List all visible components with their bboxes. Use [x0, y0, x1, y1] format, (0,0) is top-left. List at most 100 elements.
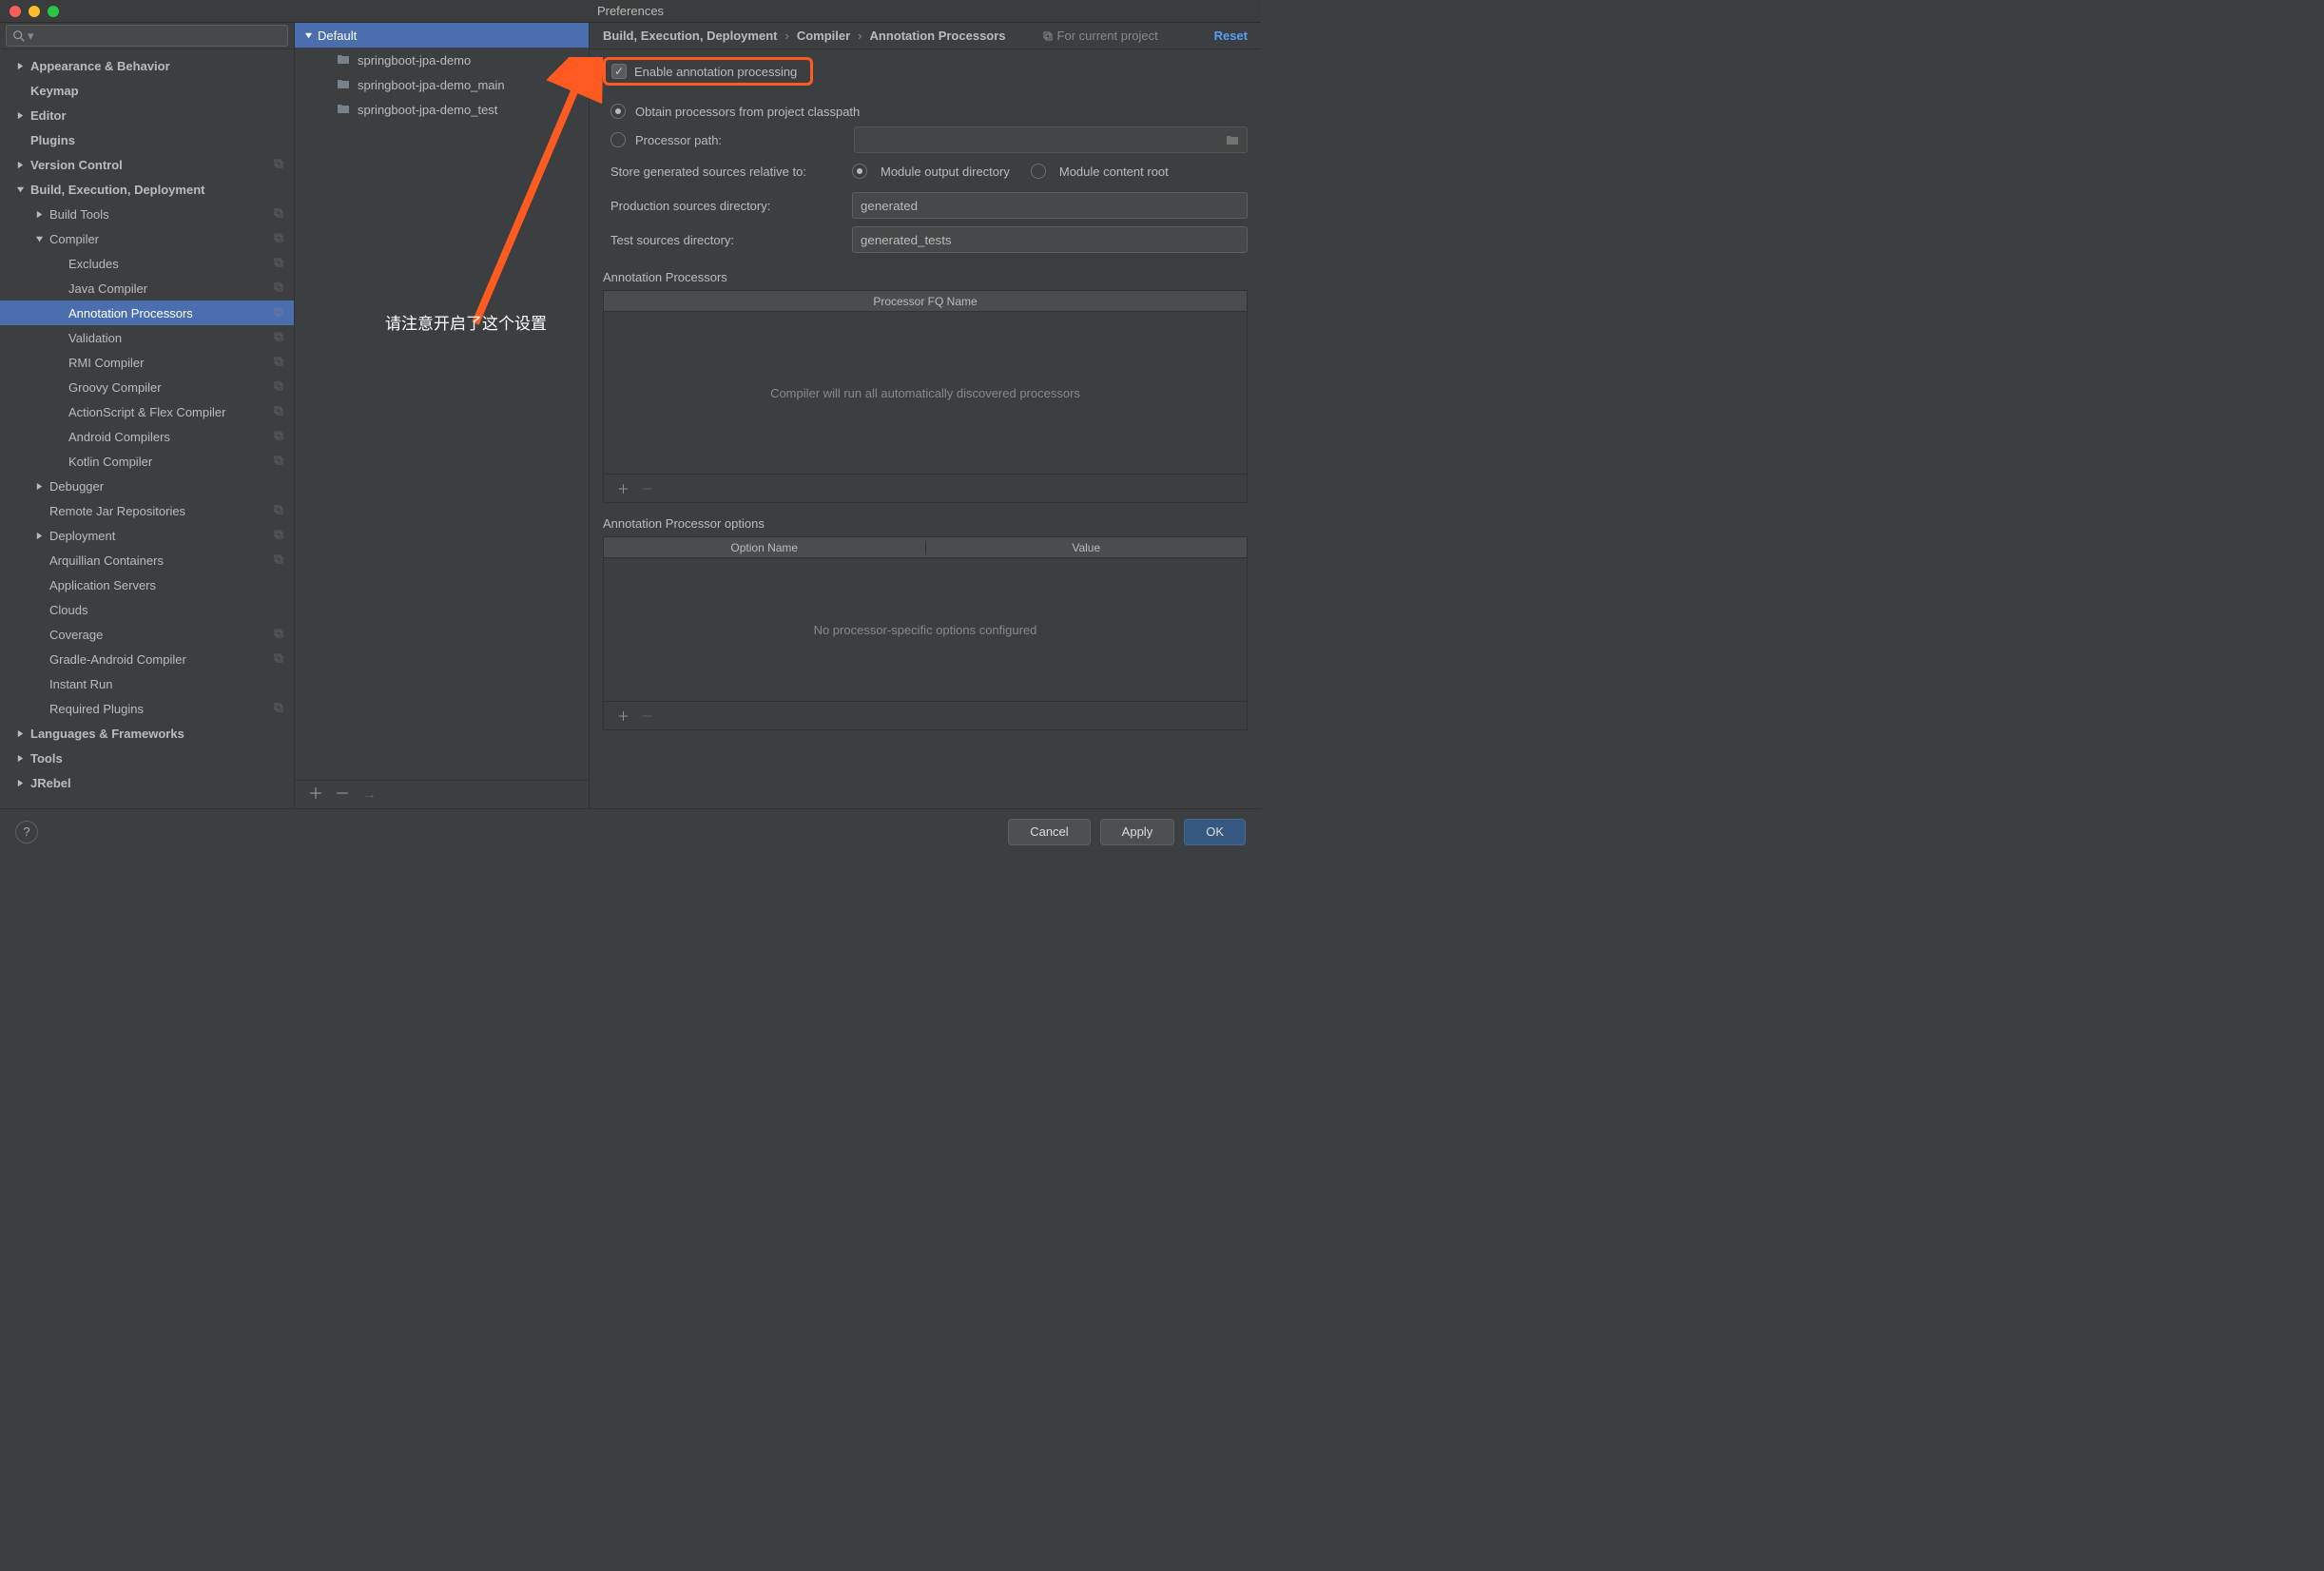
remove-option-button[interactable]: － — [641, 707, 653, 725]
breadcrumb-part[interactable]: Build, Execution, Deployment — [603, 29, 777, 43]
sidebar-item-kotlin-compiler[interactable]: Kotlin Compiler — [0, 449, 294, 474]
enable-annotation-checkbox[interactable]: ✓ — [611, 64, 627, 79]
sidebar-item-jrebel[interactable]: JRebel — [0, 770, 294, 795]
sidebar-item-excludes[interactable]: Excludes — [0, 251, 294, 276]
profile-module[interactable]: springboot-jpa-demo — [295, 48, 589, 72]
profile-label: Default — [318, 29, 357, 43]
sidebar-item-label: RMI Compiler — [68, 356, 144, 370]
sidebar-item-groovy-compiler[interactable]: Groovy Compiler — [0, 375, 294, 399]
copy-icon — [273, 232, 284, 246]
sidebar-item-keymap[interactable]: Keymap — [0, 78, 294, 103]
sidebar-item-debugger[interactable]: Debugger — [0, 474, 294, 498]
sidebar-item-rmi-compiler[interactable]: RMI Compiler — [0, 350, 294, 375]
sidebar-item-required-plugins[interactable]: Required Plugins — [0, 696, 294, 721]
breadcrumb-part[interactable]: Compiler — [797, 29, 850, 43]
ok-button[interactable]: OK — [1184, 819, 1246, 845]
sidebar-item-instant-run[interactable]: Instant Run — [0, 671, 294, 696]
sidebar-item-label: Clouds — [49, 603, 87, 617]
annotation-processors-header: Annotation Processors — [603, 270, 1248, 284]
sidebar-item-remote-jar-repositories[interactable]: Remote Jar Repositories — [0, 498, 294, 523]
sidebar-item-label: Instant Run — [49, 677, 113, 691]
obtain-classpath-radio[interactable] — [610, 104, 626, 119]
sidebar-item-label: Languages & Frameworks — [30, 727, 184, 741]
sidebar-item-annotation-processors[interactable]: Annotation Processors — [0, 301, 294, 325]
profile-default[interactable]: Default — [295, 23, 589, 48]
production-dir-label: Production sources directory: — [610, 199, 839, 213]
sidebar-item-languages-frameworks[interactable]: Languages & Frameworks — [0, 721, 294, 746]
sidebar-item-compiler[interactable]: Compiler — [0, 226, 294, 251]
copy-icon — [273, 628, 284, 642]
expand-arrow-icon — [32, 210, 46, 219]
copy-icon — [273, 702, 284, 716]
zoom-window-button[interactable] — [48, 6, 59, 17]
reset-button[interactable]: Reset — [1214, 29, 1248, 43]
move-profile-button[interactable]: → — [361, 787, 377, 803]
option-name-col: Option Name — [604, 541, 926, 554]
processor-path-input[interactable] — [854, 126, 1248, 153]
sidebar-item-actionscript-flex-compiler[interactable]: ActionScript & Flex Compiler — [0, 399, 294, 424]
copy-icon — [273, 504, 284, 518]
sidebar-item-label: Groovy Compiler — [68, 380, 162, 395]
sidebar-item-label: ActionScript & Flex Compiler — [68, 405, 225, 419]
sidebar-item-android-compilers[interactable]: Android Compilers — [0, 424, 294, 449]
titlebar: Preferences — [0, 0, 1261, 23]
production-dir-input[interactable] — [852, 192, 1248, 219]
sidebar-item-appearance-behavior[interactable]: Appearance & Behavior — [0, 53, 294, 78]
add-processor-button[interactable]: ＋ — [617, 479, 629, 497]
processor-path-label: Processor path: — [635, 133, 844, 147]
sidebar-item-gradle-android-compiler[interactable]: Gradle-Android Compiler — [0, 647, 294, 671]
sidebar-item-label: Android Compilers — [68, 430, 170, 444]
profile-module-label: springboot-jpa-demo_test — [358, 103, 497, 117]
browse-icon[interactable] — [1226, 134, 1239, 145]
window-title: Preferences — [597, 4, 664, 18]
module-content-radio[interactable] — [1031, 164, 1046, 179]
test-dir-input[interactable] — [852, 226, 1248, 253]
sidebar-item-build-tools[interactable]: Build Tools — [0, 202, 294, 226]
remove-profile-button[interactable]: － — [335, 787, 350, 803]
sidebar-item-label: Appearance & Behavior — [30, 59, 170, 73]
annotation-text: 请注意开启了这个设置 — [385, 310, 547, 334]
apply-button[interactable]: Apply — [1100, 819, 1175, 845]
sidebar-item-editor[interactable]: Editor — [0, 103, 294, 127]
sidebar-item-build-execution-deployment[interactable]: Build, Execution, Deployment — [0, 177, 294, 202]
sidebar-item-coverage[interactable]: Coverage — [0, 622, 294, 647]
add-profile-button[interactable]: ＋ — [308, 787, 323, 803]
sidebar-item-validation[interactable]: Validation — [0, 325, 294, 350]
sidebar-item-plugins[interactable]: Plugins — [0, 127, 294, 152]
profile-module[interactable]: springboot-jpa-demo_main — [295, 72, 589, 97]
expand-arrow-icon — [13, 185, 27, 194]
sidebar-item-tools[interactable]: Tools — [0, 746, 294, 770]
module-output-radio[interactable] — [852, 164, 867, 179]
search-input[interactable]: ▾ — [6, 25, 288, 47]
expand-arrow-icon — [13, 161, 27, 169]
sidebar-item-deployment[interactable]: Deployment — [0, 523, 294, 548]
sidebar-item-arquillian-containers[interactable]: Arquillian Containers — [0, 548, 294, 572]
copy-icon — [1042, 30, 1054, 42]
cancel-button[interactable]: Cancel — [1008, 819, 1090, 845]
profile-module[interactable]: springboot-jpa-demo_test — [295, 97, 589, 122]
sidebar-item-application-servers[interactable]: Application Servers — [0, 572, 294, 597]
sidebar-item-version-control[interactable]: Version Control — [0, 152, 294, 177]
sidebar-item-label: Tools — [30, 751, 63, 766]
help-button[interactable]: ? — [15, 821, 38, 844]
remove-processor-button[interactable]: － — [641, 479, 653, 497]
add-option-button[interactable]: ＋ — [617, 707, 629, 725]
expand-arrow-icon — [13, 62, 27, 70]
expand-arrow-icon — [13, 729, 27, 738]
dialog-footer: ? Cancel Apply OK — [0, 808, 1261, 854]
folder-icon — [337, 53, 352, 68]
sidebar-item-label: Excludes — [68, 257, 119, 271]
sidebar-item-label: Remote Jar Repositories — [49, 504, 185, 518]
enable-annotation-label: Enable annotation processing — [634, 65, 797, 79]
expand-arrow-icon — [32, 532, 46, 540]
minimize-window-button[interactable] — [29, 6, 40, 17]
sidebar-item-label: Deployment — [49, 529, 115, 543]
sidebar-item-label: JRebel — [30, 776, 71, 790]
close-window-button[interactable] — [10, 6, 21, 17]
sidebar-item-java-compiler[interactable]: Java Compiler — [0, 276, 294, 301]
obtain-classpath-label: Obtain processors from project classpath — [635, 105, 860, 119]
processor-path-radio[interactable] — [610, 132, 626, 147]
sidebar-item-clouds[interactable]: Clouds — [0, 597, 294, 622]
breadcrumb-part[interactable]: Annotation Processors — [870, 29, 1006, 43]
module-output-label: Module output directory — [881, 165, 1010, 179]
